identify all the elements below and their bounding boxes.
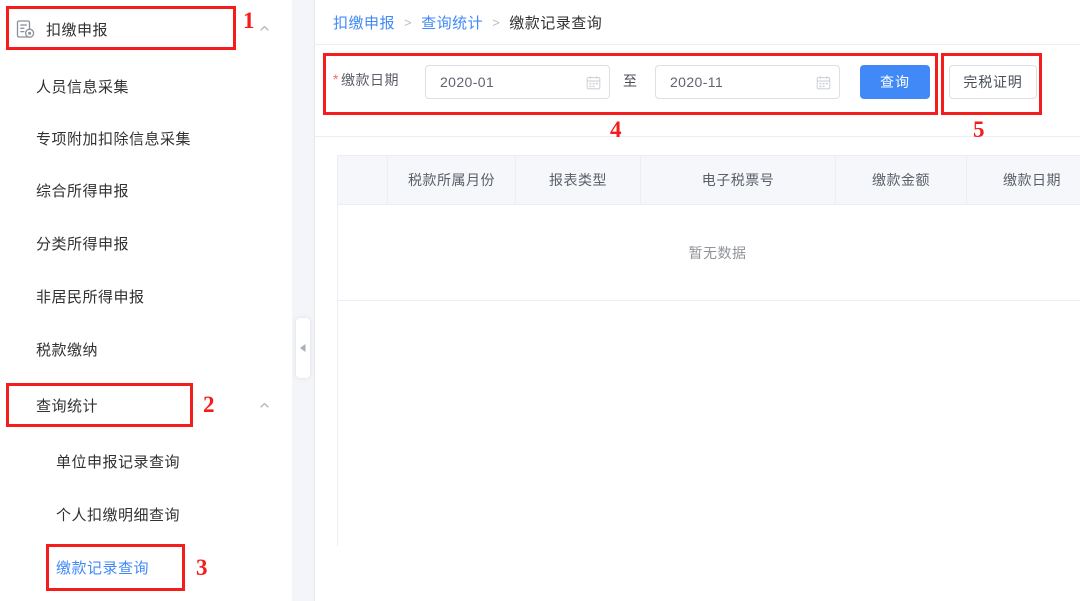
sidebar-item-label: 分类所得申报 [36, 235, 130, 253]
table-header-report-type: 报表类型 [515, 155, 641, 205]
main-content: 扣缴申报 > 查询统计 > 缴款记录查询 * 缴款日期 2020-01 至 20… [315, 0, 1080, 601]
search-form: * 缴款日期 2020-01 至 2020-11 查询 完税证明 [315, 45, 1080, 117]
sidebar-item-label: 税款缴纳 [36, 341, 99, 359]
sidebar-item-label: 人员信息采集 [36, 78, 130, 96]
sidebar-item-label: 缴款记录查询 [56, 559, 150, 577]
sidebar-item-unit-declaration-records[interactable]: 单位申报记录查询 [0, 441, 292, 481]
sidebar-item-label: 个人扣缴明细查询 [56, 506, 181, 524]
breadcrumb-separator: > [404, 15, 413, 30]
app-root: 扣缴申报 人员信息采集 专项附加扣除信息采集 综合所得申报 分类所得申报 非居民… [0, 0, 1080, 601]
payment-date-label: 缴款日期 [341, 72, 399, 88]
sidebar-root-label: 扣缴申报 [46, 21, 109, 39]
records-table: 税款所属月份 报表类型 电子税票号 缴款金额 缴款日期 暂无数据 [337, 155, 1080, 546]
sidebar-collapse-handle[interactable] [296, 318, 310, 378]
breadcrumb-item-1[interactable]: 扣缴申报 [333, 12, 395, 33]
table-filler [337, 300, 1080, 546]
chevron-up-icon-group[interactable] [258, 399, 271, 412]
sidebar-item-special-deduction-info[interactable]: 专项附加扣除信息采集 [0, 118, 292, 158]
sidebar-item-nonresident-income[interactable]: 非居民所得申报 [0, 276, 292, 316]
sidebar-root-withholding-declaration[interactable]: 扣缴申报 [0, 8, 292, 50]
sidebar-item-comprehensive-income[interactable]: 综合所得申报 [0, 170, 292, 210]
table-header-payment-date: 缴款日期 [966, 155, 1080, 205]
sidebar-group-label: 查询统计 [36, 397, 99, 415]
table-empty-row: 暂无数据 [337, 204, 1080, 301]
sidebar-group-query-statistics[interactable]: 查询统计 [0, 385, 292, 425]
table-header-select [337, 155, 388, 205]
breadcrumb: 扣缴申报 > 查询统计 > 缴款记录查询 [333, 12, 602, 33]
sidebar-item-payment-record-query[interactable]: 缴款记录查询 [0, 547, 292, 587]
table-header-payment-amount: 缴款金额 [835, 155, 967, 205]
search-form-divider [315, 136, 1080, 137]
sidebar-item-label: 综合所得申报 [36, 182, 130, 200]
start-date-value: 2020-01 [440, 74, 495, 90]
sidebar-item-label: 专项附加扣除信息采集 [36, 130, 192, 148]
sidebar-item-personal-withholding-detail[interactable]: 个人扣缴明细查询 [0, 494, 292, 534]
calendar-icon [816, 75, 831, 90]
chevron-up-icon-root[interactable] [258, 22, 271, 35]
query-button[interactable]: 查询 [860, 65, 930, 99]
triangle-left-icon [299, 343, 307, 353]
breadcrumb-separator: > [492, 15, 501, 30]
start-date-input[interactable]: 2020-01 [425, 65, 610, 99]
end-date-value: 2020-11 [670, 74, 724, 90]
tax-certificate-button[interactable]: 完税证明 [949, 65, 1037, 99]
table-filler-row [337, 300, 1080, 546]
breadcrumb-item-current: 缴款记录查询 [509, 15, 603, 32]
breadcrumb-item-2[interactable]: 查询统计 [421, 12, 483, 33]
table-header-row: 税款所属月份 报表类型 电子税票号 缴款金额 缴款日期 [337, 155, 1080, 205]
sidebar-gutter [292, 0, 314, 601]
form-document-icon [16, 19, 35, 39]
sidebar-item-label: 非居民所得申报 [36, 288, 145, 306]
table-header-tax-month: 税款所属月份 [387, 155, 516, 205]
table-empty-text: 暂无数据 [337, 204, 1080, 301]
date-range-connector: 至 [623, 73, 637, 89]
required-asterisk: * [333, 71, 339, 87]
sidebar-item-personnel-info[interactable]: 人员信息采集 [0, 66, 292, 106]
table-header-e-tax-ticket-no: 电子税票号 [640, 155, 836, 205]
sidebar-item-tax-payment[interactable]: 税款缴纳 [0, 329, 292, 369]
sidebar-item-label: 单位申报记录查询 [56, 453, 181, 471]
sidebar-item-classified-income[interactable]: 分类所得申报 [0, 223, 292, 263]
sidebar: 扣缴申报 人员信息采集 专项附加扣除信息采集 综合所得申报 分类所得申报 非居民… [0, 0, 292, 601]
end-date-input[interactable]: 2020-11 [655, 65, 840, 99]
calendar-icon [586, 75, 601, 90]
